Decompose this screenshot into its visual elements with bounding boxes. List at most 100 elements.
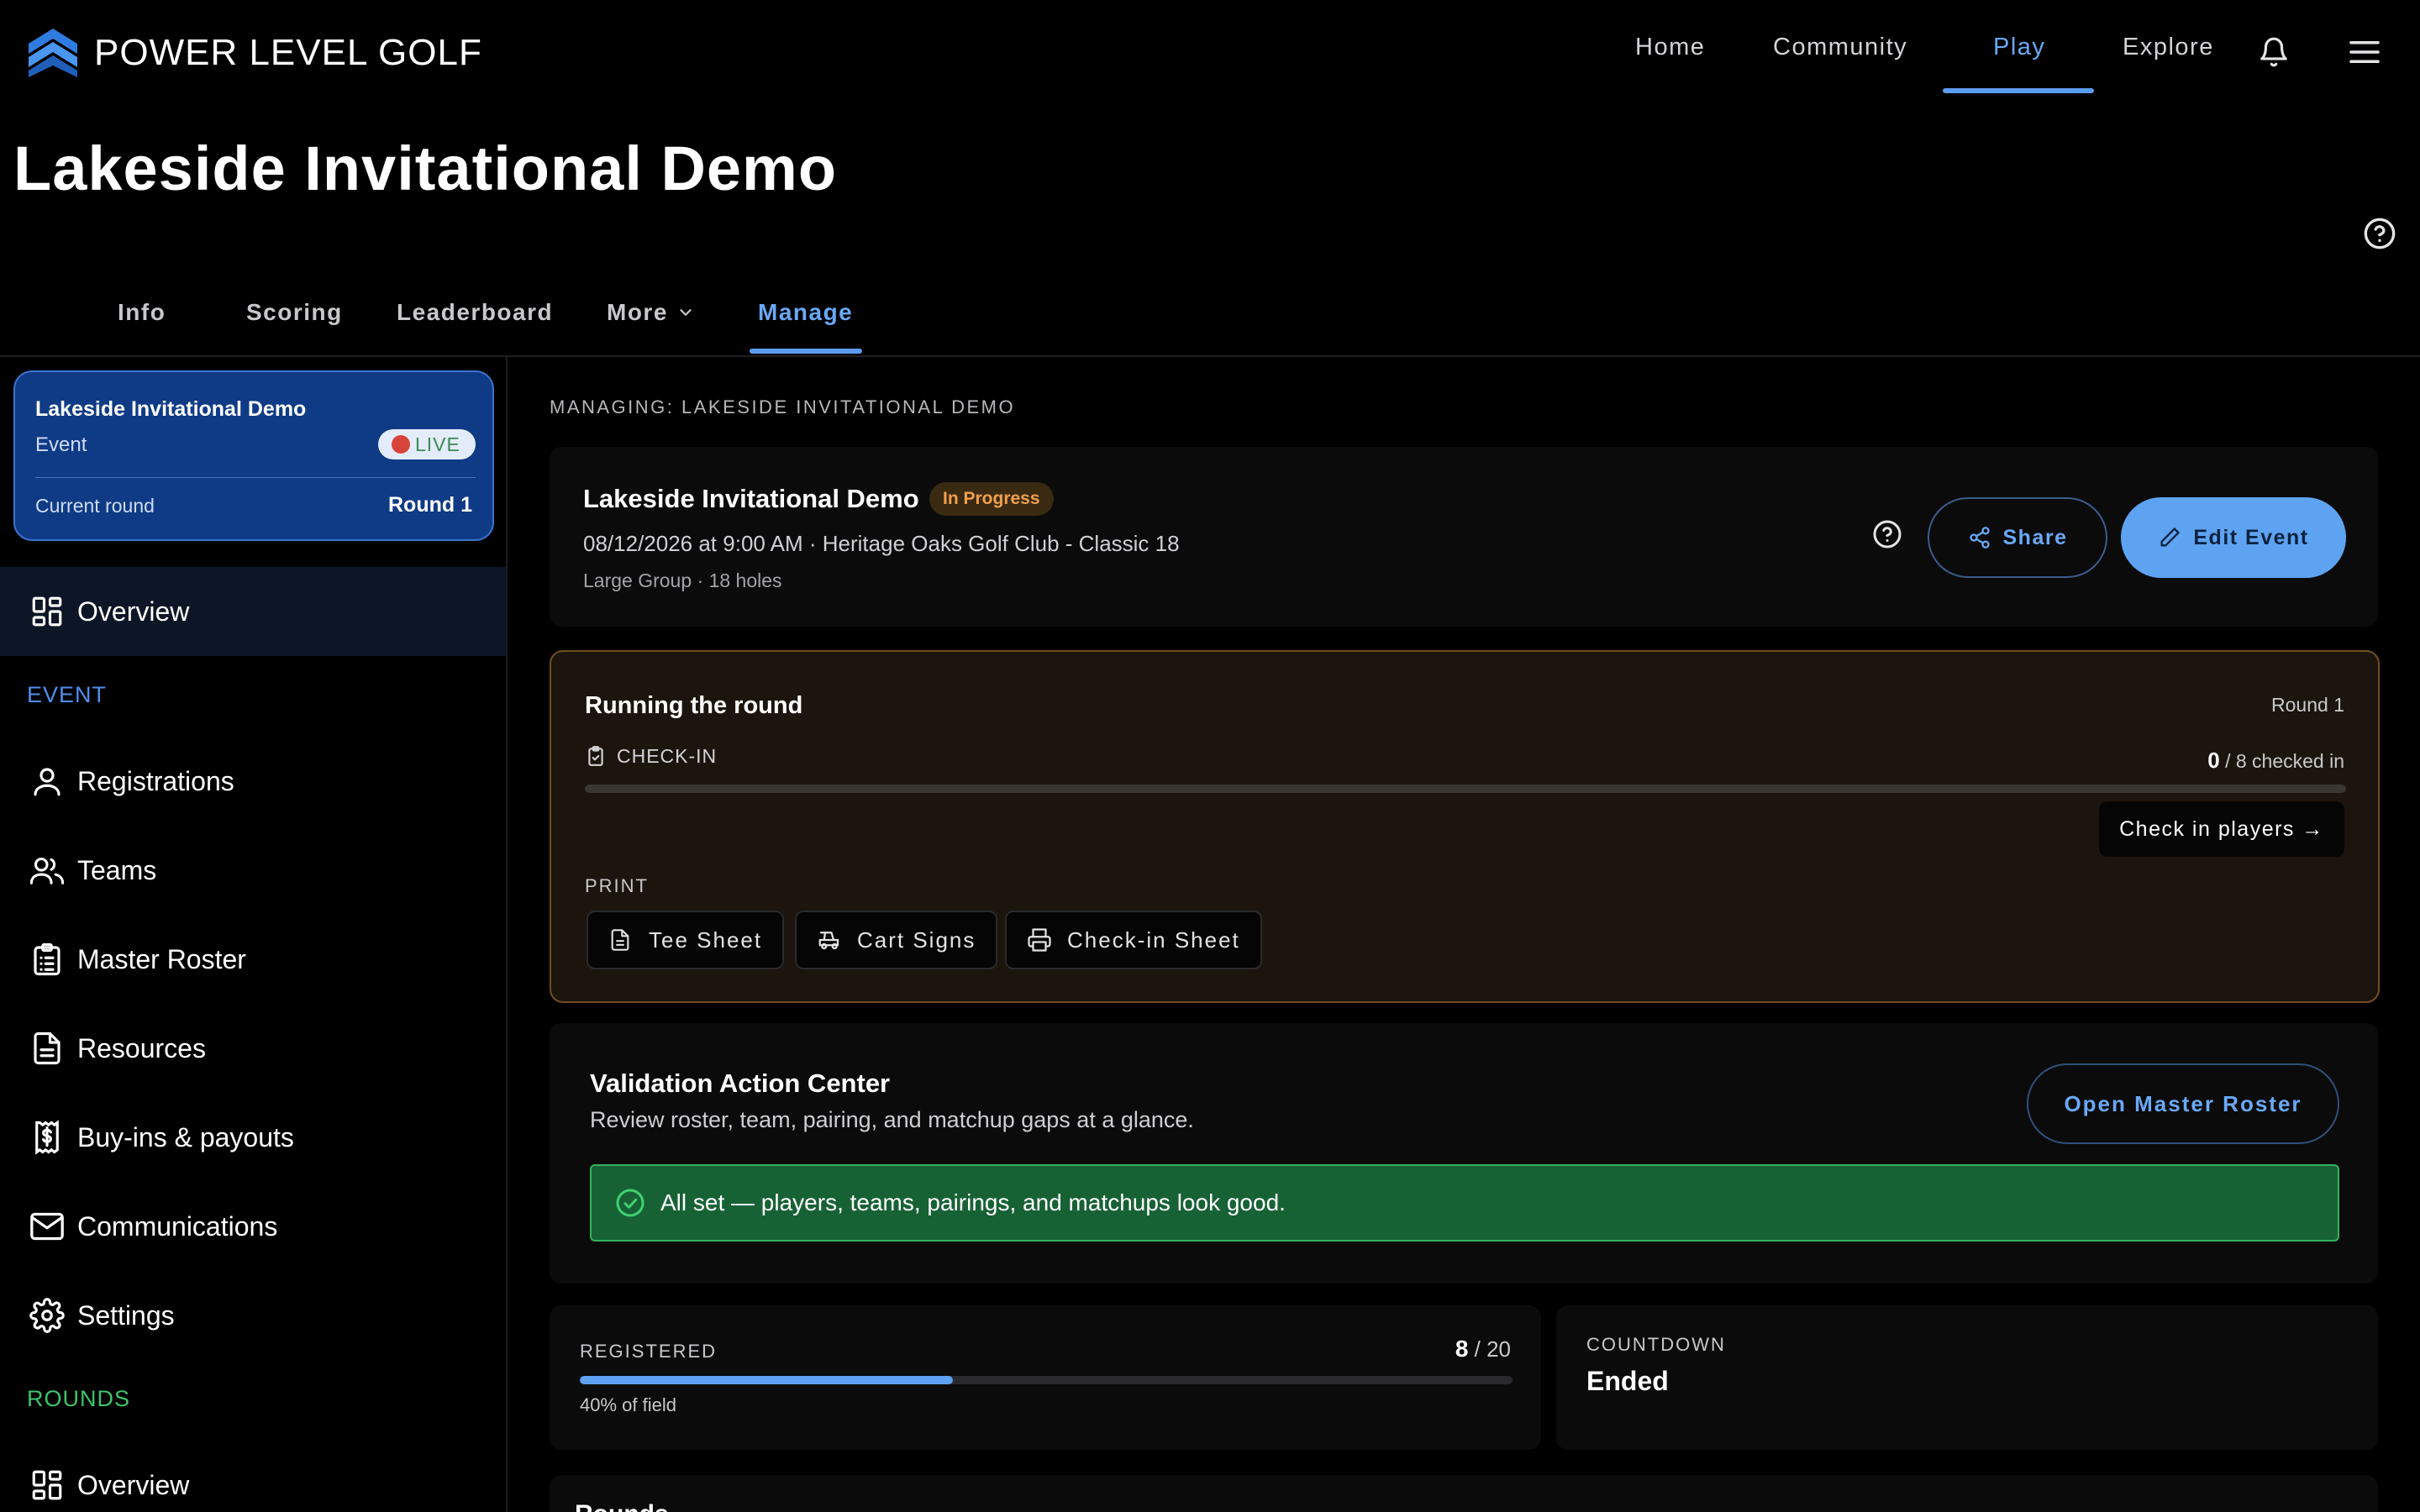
live-status-label: LIVE xyxy=(415,433,460,455)
clipboard-check-icon xyxy=(585,744,608,768)
sidebar-item-label: Resources xyxy=(77,1032,206,1063)
running-round-panel: Running the round Round 1 CHECK-IN 0 / 8… xyxy=(550,650,2380,1003)
sidebar-item-overview[interactable]: Overview xyxy=(0,567,506,656)
tab-more-label: More xyxy=(607,299,668,325)
running-round-number: Round 1 xyxy=(2271,694,2344,716)
event-card-title: Lakeside Invitational Demo xyxy=(35,397,307,421)
nav-explore-link[interactable]: Explore xyxy=(2123,34,2214,61)
live-dot-icon xyxy=(392,435,410,454)
share-button[interactable]: Share xyxy=(1928,497,2107,578)
tab-scoring[interactable]: Scoring xyxy=(246,299,343,326)
grid-icon xyxy=(29,1467,66,1504)
brand-logo-link[interactable]: POWER LEVEL GOLF xyxy=(25,25,482,81)
sidebar-item-registrations[interactable]: Registrations xyxy=(0,737,506,826)
checkin-label-text: CHECK-IN xyxy=(617,744,718,767)
sidebar-item-rounds-overview[interactable]: Overview xyxy=(0,1441,506,1512)
open-master-roster-button[interactable]: Open Master Roster xyxy=(2027,1063,2339,1144)
checkin-section-label: CHECK-IN xyxy=(585,744,717,768)
tab-more[interactable]: More xyxy=(607,299,695,326)
print-button-label: Check-in Sheet xyxy=(1067,927,1240,953)
edit-event-button[interactable]: Edit Event xyxy=(2121,497,2346,578)
sidebar-item-teams[interactable]: Teams xyxy=(0,826,506,915)
document-icon xyxy=(29,1030,66,1067)
person-icon xyxy=(29,763,66,800)
share-icon xyxy=(1968,526,1991,549)
page-help-button[interactable] xyxy=(2363,217,2398,252)
nav-home-link[interactable]: Home xyxy=(1635,34,1705,61)
sidebar-item-label: Registrations xyxy=(77,765,234,796)
sidebar-item-label: Overview xyxy=(77,596,190,627)
validation-subtitle: Review roster, team, pairing, and matchu… xyxy=(590,1107,1194,1132)
document-icon xyxy=(608,927,634,953)
gear-icon xyxy=(29,1297,66,1334)
people-icon xyxy=(29,852,66,889)
tab-manage[interactable]: Manage xyxy=(758,299,853,326)
sidebar-item-label: Teams xyxy=(77,854,157,885)
chevron-stack-logo-icon xyxy=(29,29,77,77)
sidebar-item-communications[interactable]: Communications xyxy=(0,1182,506,1271)
notifications-button[interactable] xyxy=(2255,34,2292,71)
edit-event-button-label: Edit Event xyxy=(2193,525,2309,549)
event-card-divider xyxy=(35,477,476,478)
rounds-card-title: Rounds xyxy=(575,1500,669,1512)
print-tee-sheet-button[interactable]: Tee Sheet xyxy=(587,911,785,969)
event-name: Lakeside Invitational Demo xyxy=(583,484,919,513)
registered-count: 8 / 20 xyxy=(1455,1336,1511,1362)
live-status-badge: LIVE xyxy=(378,429,476,459)
sidebar-item-label: Overview xyxy=(77,1469,190,1500)
checkin-count-total: / 8 checked in xyxy=(2219,750,2344,772)
golf-cart-icon xyxy=(817,927,842,953)
sidebar-item-label: Communications xyxy=(77,1210,278,1242)
main-menu-button[interactable] xyxy=(2346,34,2383,71)
sidebar-item-buy-ins[interactable]: Buy-ins & payouts xyxy=(0,1093,506,1182)
validation-success-message: All set — players, teams, pairings, and … xyxy=(660,1189,1286,1215)
top-navigation-bar: POWER LEVEL GOLF Home Community Play Exp… xyxy=(0,0,2420,106)
sidebar-item-label: Settings xyxy=(77,1299,175,1331)
event-format: Large Group · 18 holes xyxy=(583,570,782,591)
registered-percent-note: 40% of field xyxy=(580,1394,676,1415)
countdown-value: Ended xyxy=(1586,1366,1669,1396)
print-checkin-sheet-button[interactable]: Check-in Sheet xyxy=(1005,911,1262,969)
validation-success-banner: All set — players, teams, pairings, and … xyxy=(590,1164,2339,1242)
registered-count-value: 8 xyxy=(1455,1336,1469,1362)
nav-community-link[interactable]: Community xyxy=(1773,34,1907,61)
tab-leaderboard[interactable]: Leaderboard xyxy=(397,299,553,326)
sidebar-item-label: Buy-ins & payouts xyxy=(77,1121,294,1152)
event-date-venue: 08/12/2026 at 9:00 AM · Heritage Oaks Go… xyxy=(583,531,1180,556)
nav-active-indicator xyxy=(1943,88,2094,93)
tab-info[interactable]: Info xyxy=(118,299,166,326)
sidebar-item-resources[interactable]: Resources xyxy=(0,1004,506,1093)
registered-progress-fill xyxy=(580,1376,953,1384)
pencil-icon xyxy=(2158,526,2181,549)
event-help-button[interactable] xyxy=(1872,519,1904,551)
event-card-type: Event xyxy=(35,433,87,456)
check-in-players-button[interactable]: Check in players → xyxy=(2099,801,2344,857)
grid-icon xyxy=(29,593,66,630)
managing-context-label: MANAGING: LAKESIDE INVITATIONAL DEMO xyxy=(550,396,1016,417)
validation-title: Validation Action Center xyxy=(590,1068,891,1098)
registered-progress-bar xyxy=(580,1376,1512,1384)
countdown-stat-card: COUNTDOWN Ended xyxy=(1556,1305,2378,1450)
sidebar-section-event: EVENT xyxy=(27,682,108,707)
manage-sidebar: Lakeside Invitational Demo Event LIVE Cu… xyxy=(0,357,508,1512)
registered-capacity: / 20 xyxy=(1468,1336,1511,1362)
tab-active-indicator xyxy=(750,349,862,354)
question-circle-icon xyxy=(1873,520,1902,549)
nav-play-link[interactable]: Play xyxy=(1993,34,2045,61)
current-round-label: Current round xyxy=(35,495,155,517)
current-round-value: Round 1 xyxy=(388,493,472,517)
menu-icon xyxy=(2349,41,2380,63)
checkin-count: 0 / 8 checked in xyxy=(2207,748,2344,774)
sidebar-item-master-roster[interactable]: Master Roster xyxy=(0,915,506,1004)
checkin-count-value: 0 xyxy=(2207,748,2220,773)
chevron-down-icon xyxy=(680,309,692,316)
event-header-card: Lakeside Invitational Demo In Progress 0… xyxy=(550,447,2378,627)
print-button-label: Tee Sheet xyxy=(649,927,763,953)
question-circle-icon xyxy=(2364,218,2396,249)
mail-icon xyxy=(29,1208,66,1245)
event-status-badge: In Progress xyxy=(929,482,1054,516)
event-summary-card[interactable]: Lakeside Invitational Demo Event LIVE Cu… xyxy=(13,370,494,541)
sidebar-item-settings[interactable]: Settings xyxy=(0,1271,506,1360)
bell-icon xyxy=(2260,37,2287,67)
print-cart-signs-button[interactable]: Cart Signs xyxy=(795,911,998,969)
